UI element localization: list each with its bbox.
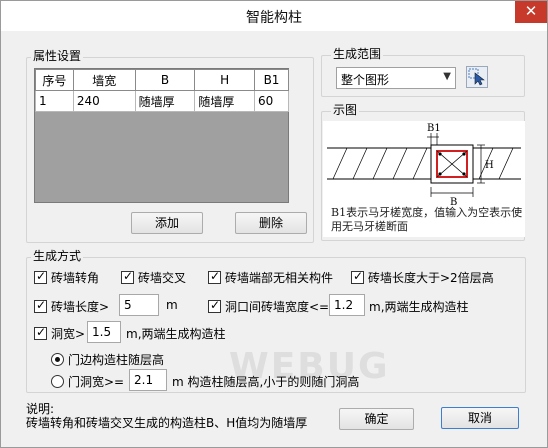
radio-label: 门洞宽>= [68,375,125,389]
checkbox-label: 砖墙长度大于>2倍层高 [368,271,494,285]
column-header: B1 [254,69,289,91]
length-gt-input[interactable]: 5 [119,294,159,316]
pick-range-button[interactable] [466,66,488,88]
length-gt-unit: m [166,298,178,312]
table-cell[interactable]: 1 [35,90,74,112]
cursor-select-icon [468,68,485,86]
preview-note: B1表示马牙槎宽度，值输入为空表示使用无马牙槎断面 [331,206,523,233]
column-header: B [134,69,196,91]
length-gt-checkbox[interactable]: 砖墙长度> [34,298,109,315]
range-legend: 生成范围 [331,47,384,61]
add-button[interactable]: 添加 [131,212,203,234]
checkbox-box[interactable] [34,269,47,284]
follow-floor-radio[interactable]: 门边构造柱随层高 [51,351,164,368]
attributes-legend: 属性设置 [31,49,84,63]
corner-checkbox[interactable]: 砖墙转角 [34,269,99,286]
checkbox-box[interactable] [34,325,47,340]
mode-legend: 生成方式 [31,249,84,263]
range-select-value: 整个图形 [341,73,390,87]
chevron-down-icon: ▼ [443,71,451,82]
checkbox-label: 洞口间砖墙宽度<= [225,300,330,314]
cross-checkbox[interactable]: 砖墙交叉 [121,269,186,286]
table-row[interactable]: 1 240 随墙厚 随墙厚 60 [35,90,289,112]
dim-h-label: H [485,160,494,171]
hole-width-input[interactable]: 1.5 [87,321,121,343]
hole-width-checkbox[interactable]: 洞宽> [34,325,85,342]
checkbox-label: 砖墙端部无相关构件 [225,271,334,285]
radio-dot[interactable] [51,375,64,388]
table-header-row: 序号 墙宽 B H B1 [35,69,289,91]
door-width-suffix: m 构造柱随层高,小于的则随门洞高 [172,375,360,389]
preview-legend: 示图 [331,103,360,117]
checkbox-label: 砖墙长度> [51,300,110,314]
column-header: 序号 [35,69,74,91]
door-width-radio[interactable]: 门洞宽>= [51,373,124,390]
table-cell[interactable]: 随墙厚 [134,90,196,112]
attributes-table[interactable]: 序号 墙宽 B H B1 1 240 随墙厚 随墙厚 60 [35,69,289,112]
close-button[interactable]: ✕ [515,1,547,23]
ok-button[interactable]: 确定 [339,408,414,430]
cancel-button[interactable]: 取消 [441,407,519,429]
attributes-table-area[interactable]: 序号 墙宽 B H B1 1 240 随墙厚 随墙厚 60 [34,68,289,203]
dim-b1-label: B1 [427,123,441,134]
end-no-member-checkbox[interactable]: 砖墙端部无相关构件 [208,269,333,286]
checkbox-label: 砖墙交叉 [138,271,187,285]
title-bar[interactable]: 智能构柱 ✕ [1,1,547,31]
gap-width-suffix: m,两端生成构造柱 [369,300,469,314]
column-header: 墙宽 [72,69,136,91]
window-title: 智能构柱 [246,10,302,26]
gap-width-input[interactable]: 1.2 [329,294,365,316]
door-width-input[interactable]: 2.1 [129,369,167,391]
gap-width-checkbox[interactable]: 洞口间砖墙宽度<= [208,298,329,315]
checkbox-box[interactable] [351,269,364,284]
delete-button[interactable]: 删除 [235,212,307,234]
radio-label: 门边构造柱随层高 [68,353,165,367]
hole-width-suffix: m,两端生成构造柱 [126,327,226,341]
table-cell[interactable]: 60 [254,90,289,112]
checkbox-box[interactable] [121,269,134,284]
range-select[interactable]: 整个图形 ▼ [336,67,456,89]
dialog-window: 智能构柱 ✕ 属性设置 序号 墙宽 B H B1 1 240 随墙厚 随墙厚 6… [0,0,548,448]
column-header: H [194,69,256,91]
checkbox-label: 砖墙转角 [51,271,100,285]
checkbox-label: 洞宽> [51,327,86,341]
column-diagram: B1 B H [327,123,521,208]
checkbox-box[interactable] [208,269,221,284]
checkbox-box[interactable] [34,298,47,313]
table-cell[interactable]: 随墙厚 [194,90,256,112]
close-icon: ✕ [524,2,538,20]
checkbox-box[interactable] [208,298,221,313]
length-over-checkbox[interactable]: 砖墙长度大于>2倍层高 [351,269,494,286]
table-cell[interactable]: 240 [72,90,136,112]
note-text: 砖墙转角和砖墙交叉生成的构造柱B、H值均为随墙厚 [26,416,308,430]
radio-dot[interactable] [51,353,64,366]
